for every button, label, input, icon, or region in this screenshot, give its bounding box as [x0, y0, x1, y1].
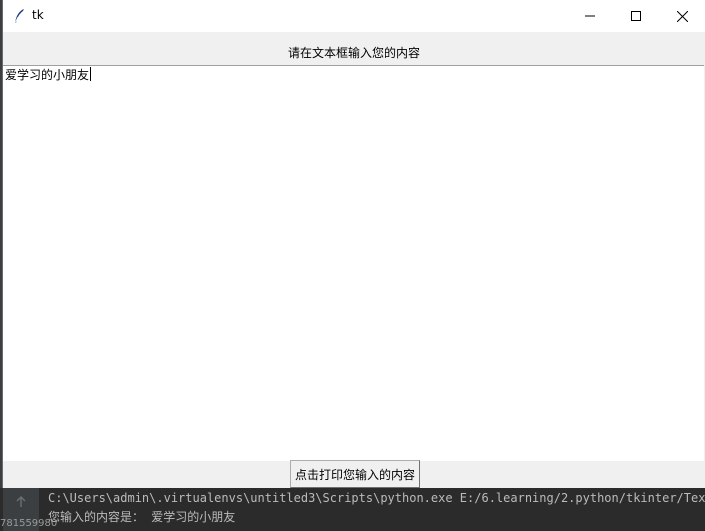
scroll-up-button[interactable]	[11, 492, 31, 512]
feather-icon	[14, 9, 24, 24]
window-title: tk	[32, 8, 44, 22]
minimize-button[interactable]	[567, 0, 613, 32]
maximize-icon	[631, 11, 641, 21]
text-input-area[interactable]: 爱学习的小朋友	[3, 65, 704, 461]
run-console: C:\Users\admin\.virtualenvs\untitled3\Sc…	[0, 488, 705, 531]
arrow-up-icon	[16, 496, 26, 507]
console-command-line: C:\Users\admin\.virtualenvs\untitled3\Sc…	[48, 491, 705, 505]
screen: tk 请在文本框输入您的内容 爱学习的小朋友 点击打印您输入的内容 C:\Use…	[0, 0, 705, 531]
console-output-line: 您输入的内容是： 爱学习的小朋友	[48, 510, 236, 524]
text-caret	[90, 67, 92, 81]
close-button[interactable]	[659, 0, 705, 32]
maximize-button[interactable]	[613, 0, 659, 32]
tk-window: tk 请在文本框输入您的内容 爱学习的小朋友 点击打印您输入的内容	[2, 0, 705, 488]
prompt-label: 请在文本框输入您的内容	[287, 46, 420, 60]
title-bar[interactable]: tk	[3, 0, 705, 32]
side-number: 781559980	[0, 518, 58, 529]
print-button[interactable]: 点击打印您输入的内容	[290, 460, 420, 488]
minimize-icon	[585, 15, 595, 17]
text-content[interactable]: 爱学习的小朋友	[5, 67, 92, 83]
close-icon	[676, 10, 688, 22]
text-value: 爱学习的小朋友	[5, 68, 90, 82]
